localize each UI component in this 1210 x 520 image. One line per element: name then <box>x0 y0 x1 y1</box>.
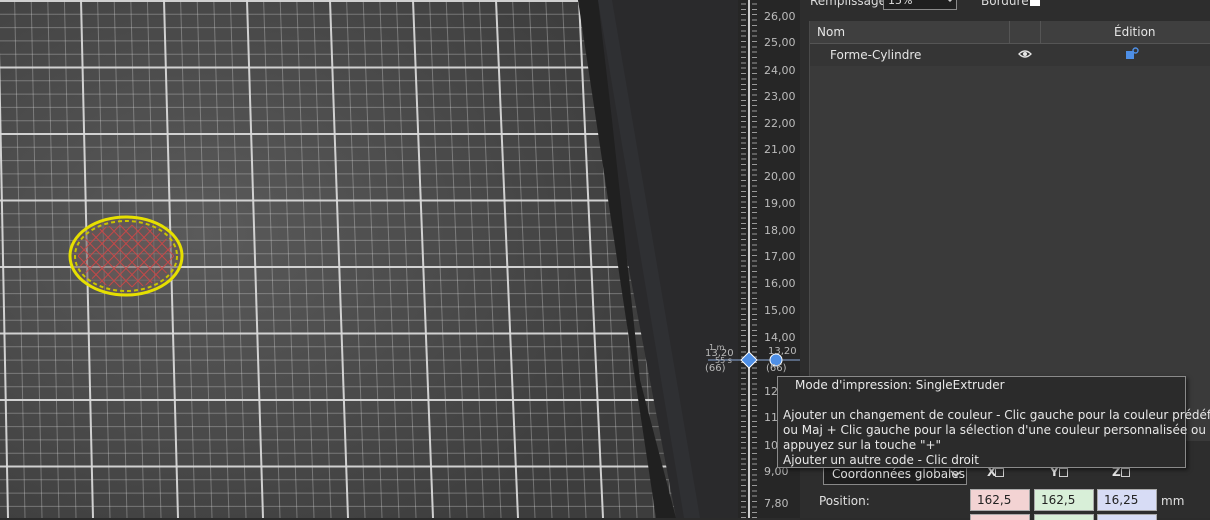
layer-tick-label: 19,00 <box>764 197 796 210</box>
z-axis-checkbox[interactable] <box>1121 468 1130 477</box>
layer-tick-label: 20,00 <box>764 170 796 183</box>
rotation-y-field[interactable] <box>1034 514 1094 520</box>
layer-tick-label: 14,00 <box>764 331 796 344</box>
upper-thumb-value: 13,20 <box>768 346 797 357</box>
layer-tick-label: 25,00 <box>764 36 796 49</box>
tooltip-line: ou Maj + Clic gauche pour la sélection d… <box>783 423 1206 437</box>
border-checkbox[interactable] <box>1030 0 1040 6</box>
layer-tick-label: 23,00 <box>764 90 796 103</box>
layer-slider-tooltip: Mode d'impression: SingleExtruder Ajoute… <box>777 376 1210 468</box>
tooltip-line: appuyez sur la touche "+" <box>783 438 942 452</box>
print-settings-bar: Remplissage: 15% Bordure: <box>800 0 1210 16</box>
coordinates-panel: Coordonnées globales X Y Z Position: 162… <box>809 460 1210 520</box>
layer-tick-label: 16,00 <box>764 277 796 290</box>
layer-tick-label: 26,00 <box>764 10 796 23</box>
border-label: Bordure: <box>981 0 1033 8</box>
rotation-x-field[interactable] <box>970 514 1030 520</box>
tooltip-mode: Mode d'impression: SingleExtruder <box>795 378 1005 392</box>
upper-thumb-count: (66) <box>766 363 787 374</box>
eye-icon[interactable] <box>1018 49 1032 59</box>
list-item[interactable]: Forme-Cylindre <box>810 44 1210 66</box>
layer-tick-label: 18,00 <box>764 224 796 237</box>
layer-tick-label: 15,00 <box>764 304 796 317</box>
position-y-field[interactable]: 162,5 <box>1034 489 1094 511</box>
chevron-down-icon[interactable] <box>940 0 960 10</box>
3d-viewport[interactable] <box>0 0 800 518</box>
position-z-field[interactable]: 16,25 <box>1097 489 1157 511</box>
lower-thumb-time: 1 m <box>709 343 725 352</box>
object-list-header: Nom Édition <box>810 21 1210 44</box>
column-edit-header[interactable]: Édition <box>1114 25 1156 39</box>
column-name-header[interactable]: Nom <box>817 25 845 39</box>
lower-thumb-time2: 55 s <box>715 356 732 365</box>
position-label: Position: <box>819 494 870 508</box>
chevron-down-icon[interactable] <box>948 466 964 482</box>
x-axis-checkbox[interactable] <box>995 468 1004 477</box>
layer-tick-label: 21,00 <box>764 143 796 156</box>
layer-tick-label: 22,00 <box>764 117 796 130</box>
layer-tick-label: 17,00 <box>764 250 796 263</box>
object-name[interactable]: Forme-Cylindre <box>830 48 921 62</box>
position-x-field[interactable]: 162,5 <box>970 489 1030 511</box>
layer-tick-label: 7,80 <box>764 497 789 510</box>
rotation-z-field[interactable] <box>1097 514 1157 520</box>
edit-settings-icon[interactable] <box>1125 47 1139 61</box>
fill-label: Remplissage: <box>810 0 891 8</box>
y-axis-checkbox[interactable] <box>1059 468 1068 477</box>
tooltip-help: Ajouter un changement de couleur - Clic … <box>783 408 1210 468</box>
tooltip-line: Ajouter un changement de couleur - Clic … <box>783 408 1210 422</box>
tooltip-line: Ajouter un autre code - Clic droit <box>783 453 979 467</box>
layer-tick-label: 24,00 <box>764 64 796 77</box>
position-unit: mm <box>1161 494 1185 508</box>
